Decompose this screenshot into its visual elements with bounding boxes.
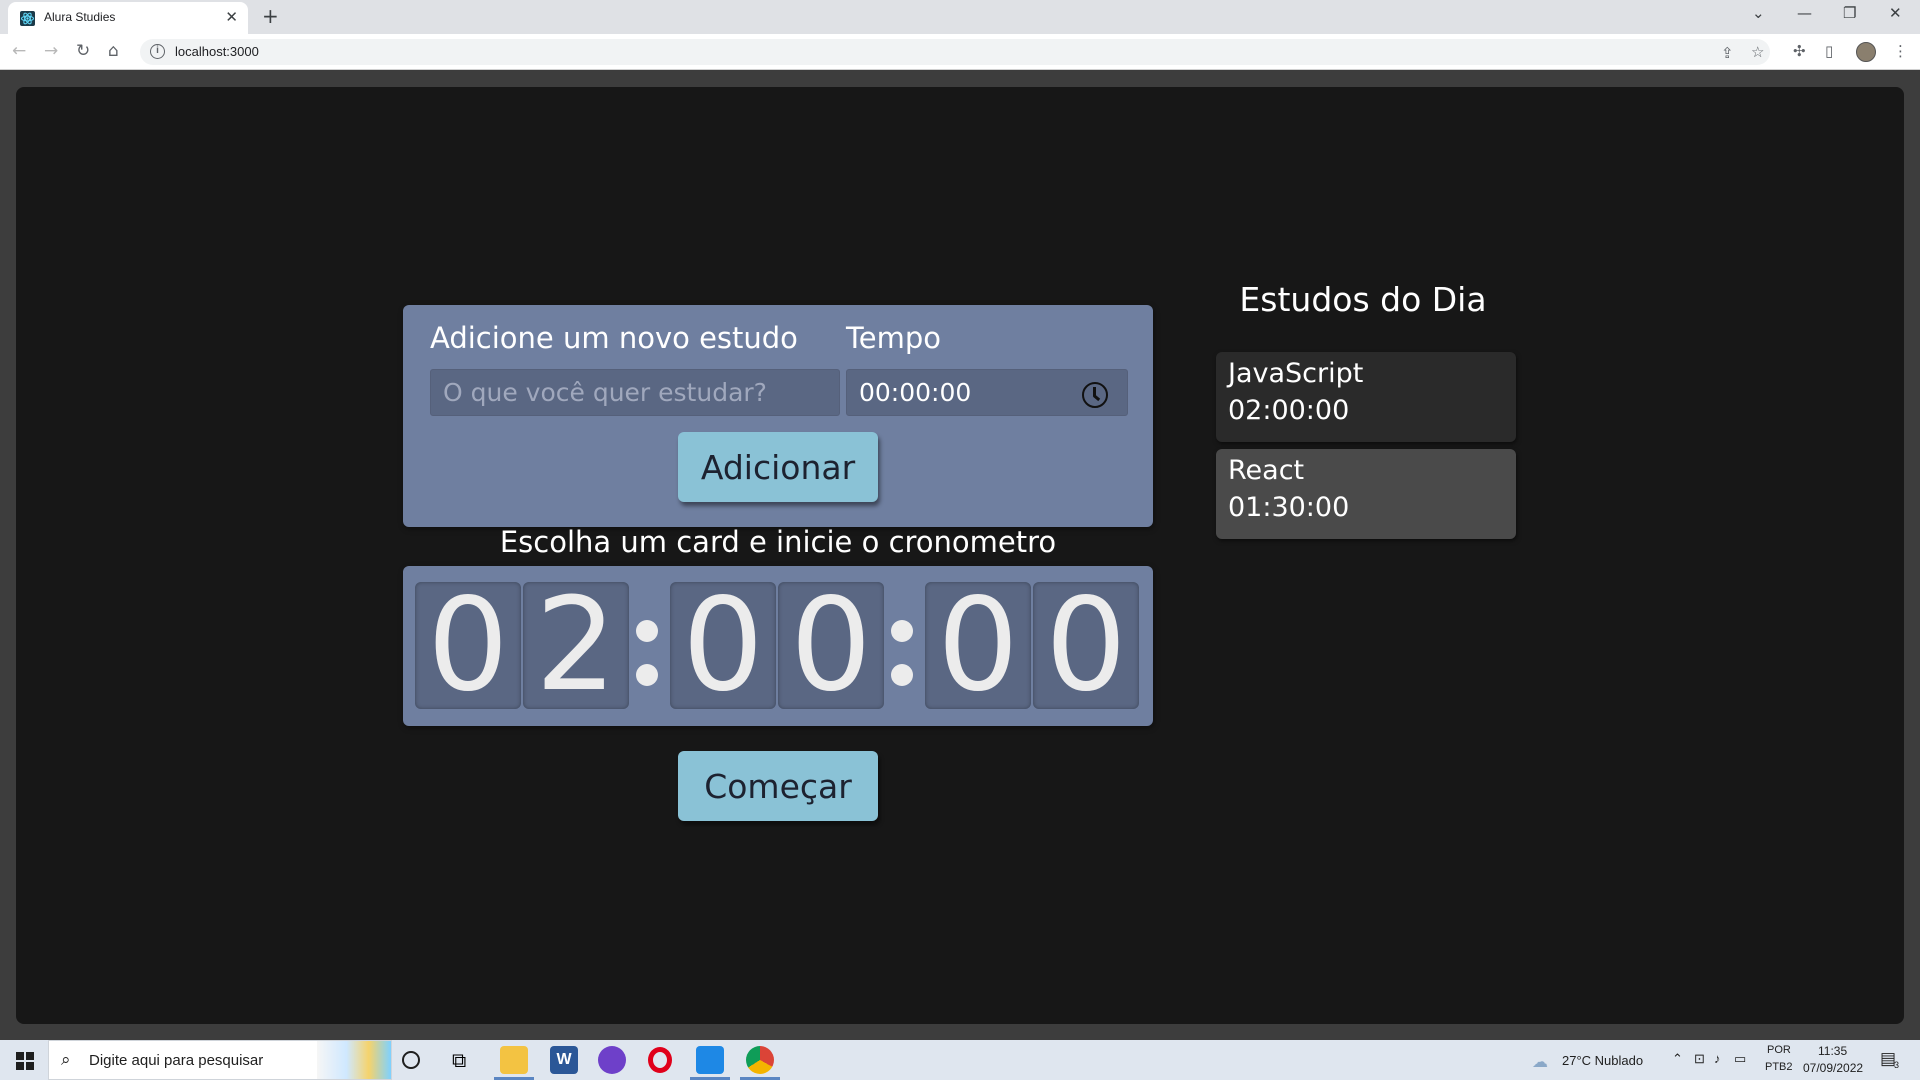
volume-icon[interactable]: ♪ <box>1714 1051 1721 1066</box>
clock-date[interactable]: 07/09/2022 <box>1803 1061 1863 1075</box>
url-text: localhost:3000 <box>175 44 259 59</box>
taskbar-search[interactable]: ⌕ Digite aqui para pesquisar <box>48 1040 392 1080</box>
browser-tab[interactable]: Alura Studies ✕ <box>8 2 248 34</box>
language-code[interactable]: POR <box>1767 1044 1791 1056</box>
chevron-up-icon[interactable]: ⌃ <box>1672 1051 1683 1067</box>
add-button[interactable]: Adicionar <box>678 432 878 502</box>
study-name: React <box>1228 455 1305 486</box>
new-study-form: Adicione um novo estudo Tempo Adicionar <box>403 305 1153 527</box>
clock-icon[interactable] <box>1082 382 1108 408</box>
bookmark-star-icon[interactable]: ☆ <box>1751 43 1764 61</box>
cortana-icon[interactable] <box>402 1051 420 1069</box>
opera-icon[interactable] <box>648 1047 672 1073</box>
github-desktop-icon[interactable] <box>598 1046 626 1074</box>
stopwatch: 0 2 0 0 0 0 <box>403 566 1153 726</box>
colon-separator <box>631 582 665 709</box>
study-label: Adicione um novo estudo <box>430 321 798 355</box>
menu-icon[interactable]: ⋮ <box>1893 42 1908 60</box>
timer-title: Escolha um card e inicie o cronometro <box>499 525 1057 559</box>
tab-title: Alura Studies <box>44 10 116 24</box>
forward-icon[interactable]: → <box>44 41 58 61</box>
minute-tens-digit: 0 <box>670 582 776 709</box>
home-icon[interactable]: ⌂ <box>108 41 119 61</box>
share-icon[interactable]: ⇪ <box>1721 44 1734 62</box>
colon-separator <box>886 582 920 709</box>
minimize-icon[interactable]: — <box>1797 4 1812 22</box>
hour-tens-digit: 0 <box>415 582 521 709</box>
app-container: Adicione um novo estudo Tempo Adicionar … <box>16 87 1904 1024</box>
sidebar-title: Estudos do Dia <box>1239 280 1487 319</box>
chrome-icon[interactable] <box>740 1046 780 1080</box>
weather-icon: ☁ <box>1532 1054 1548 1071</box>
tab-search-icon[interactable]: ⌄ <box>1752 4 1765 22</box>
windows-start-icon[interactable] <box>16 1052 34 1070</box>
restore-icon[interactable]: ❐ <box>1843 4 1856 22</box>
time-label: Tempo <box>846 321 942 355</box>
minute-units-digit: 0 <box>778 582 884 709</box>
study-time: 02:00:00 <box>1228 395 1350 426</box>
notification-count: 3 <box>1894 1060 1900 1070</box>
profile-avatar[interactable] <box>1856 42 1876 62</box>
study-input[interactable] <box>430 369 840 416</box>
close-tab-icon[interactable]: ✕ <box>225 8 238 26</box>
reload-icon[interactable]: ↻ <box>76 41 90 61</box>
close-window-icon[interactable]: ✕ <box>1889 4 1902 22</box>
word-icon[interactable]: W <box>550 1046 578 1074</box>
start-button[interactable]: Começar <box>678 751 878 821</box>
vscode-icon[interactable] <box>690 1046 730 1080</box>
task-view-icon[interactable]: ⧉ <box>452 1048 480 1076</box>
site-info-icon[interactable]: i <box>150 44 165 59</box>
network-icon[interactable]: ⊡ <box>1694 1051 1705 1067</box>
url-field[interactable]: i localhost:3000 ⇪ ☆ <box>140 39 1770 65</box>
study-time: 01:30:00 <box>1228 492 1350 523</box>
file-explorer-icon[interactable] <box>494 1046 534 1080</box>
taskbar: ⌕ Digite aqui para pesquisar ⧉ W ☁ 27°C … <box>0 1040 1920 1080</box>
browser-tab-bar: Alura Studies ✕ + ⌄ — ❐ ✕ <box>0 0 1920 34</box>
hour-units-digit: 2 <box>523 582 629 709</box>
study-item-react[interactable]: React 01:30:00 <box>1216 449 1516 539</box>
second-tens-digit: 0 <box>925 582 1031 709</box>
address-bar: ← → ↻ ⌂ i localhost:3000 ⇪ ☆ ✣ ▯ ⋮ <box>0 34 1920 70</box>
back-icon[interactable]: ← <box>12 41 26 61</box>
second-units-digit: 0 <box>1033 582 1139 709</box>
weather-text[interactable]: 27°C Nublado <box>1562 1053 1643 1068</box>
search-icon: ⌕ <box>61 1050 71 1070</box>
study-item-javascript[interactable]: JavaScript 02:00:00 <box>1216 352 1516 442</box>
search-highlight-image <box>317 1041 391 1079</box>
search-placeholder: Digite aqui para pesquisar <box>89 1052 264 1069</box>
new-tab-icon[interactable]: + <box>262 4 279 28</box>
react-icon <box>20 11 35 26</box>
keyboard-layout[interactable]: PTB2 <box>1765 1061 1793 1073</box>
page-viewport: Adicione um novo estudo Tempo Adicionar … <box>0 71 1920 1041</box>
clock-time[interactable]: 11:35 <box>1818 1044 1847 1058</box>
side-panel-icon[interactable]: ▯ <box>1825 42 1833 60</box>
study-name: JavaScript <box>1228 358 1364 389</box>
display-icon[interactable]: ▭ <box>1734 1051 1746 1067</box>
extensions-icon[interactable]: ✣ <box>1793 42 1806 60</box>
